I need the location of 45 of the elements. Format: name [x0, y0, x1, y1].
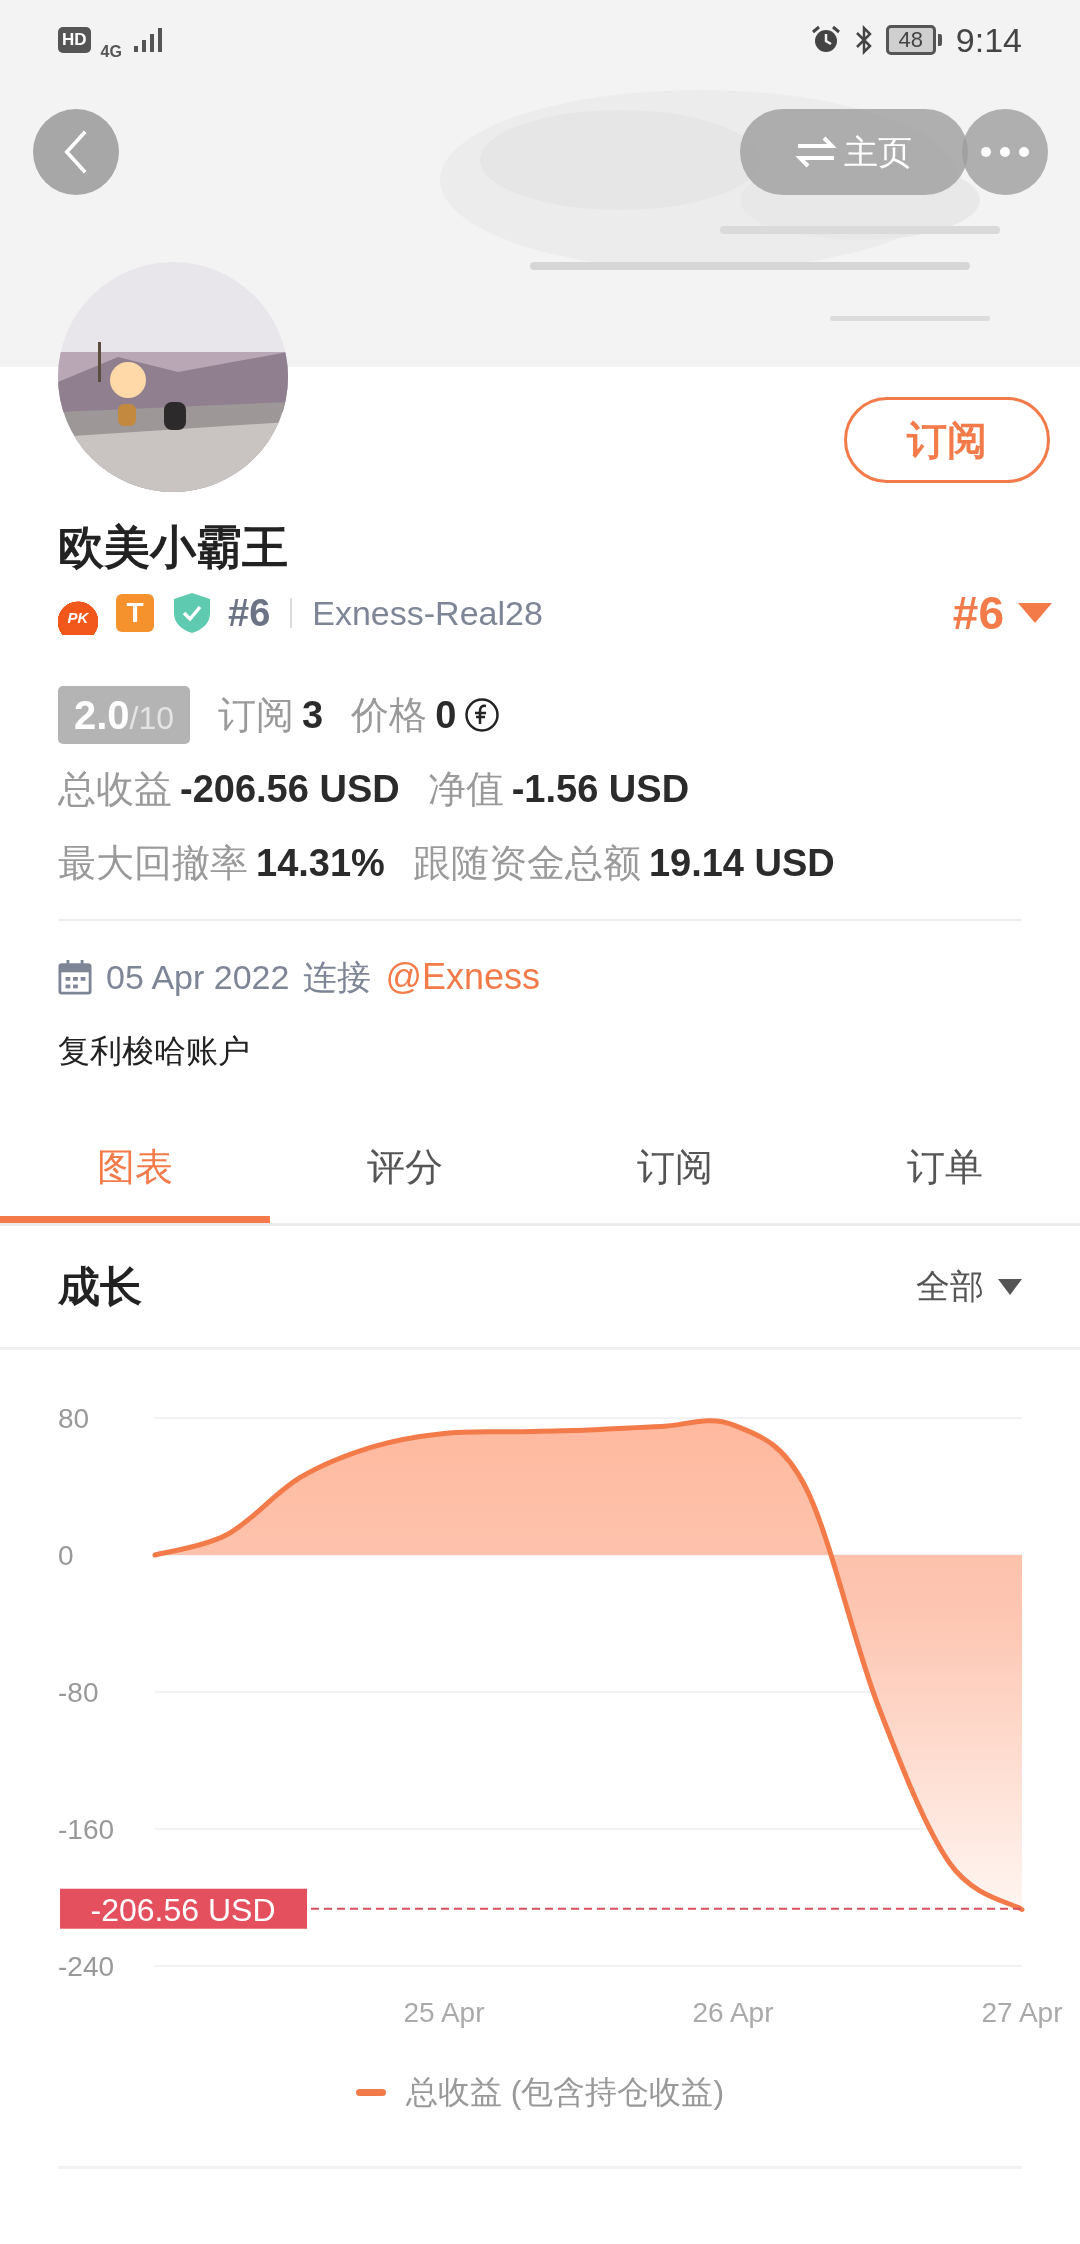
stat-label: 最大回撤率	[58, 840, 248, 886]
rating-score: 2.0	[74, 692, 130, 739]
coin-icon	[464, 697, 501, 733]
value-label: -206.56 USD	[60, 1888, 307, 1929]
tab[interactable]: 图表	[0, 1113, 270, 1223]
verified-shield-icon	[172, 591, 212, 635]
axis-tick-label: 25 Apr	[403, 1997, 485, 2028]
broker-link[interactable]: @Exness	[385, 950, 540, 1004]
caret-icon	[998, 1278, 1022, 1295]
ref-line-label: -206.56 USD	[90, 1891, 276, 1928]
stat-label: 价格	[351, 692, 428, 738]
caret-icon	[1018, 603, 1052, 623]
stat-value: 0	[435, 692, 457, 738]
axis-tick-label: -240	[58, 1951, 115, 1982]
stat-value: 14.31%	[256, 840, 385, 886]
stat-value: -1.56 USD	[511, 766, 690, 812]
axis-tick-label: 0	[58, 1540, 74, 1571]
axis-tick-label: 27 Apr	[981, 1997, 1063, 2028]
rank-label: #6	[228, 590, 271, 636]
account-description: 复利梭哈账户	[58, 1032, 251, 1071]
trader-badge: T	[116, 594, 154, 632]
profile-name: 欧美小霸王	[58, 520, 289, 575]
range-dropdown[interactable]: 全部	[916, 1261, 1022, 1312]
stat-label: 订阅	[218, 692, 295, 738]
stat-value: 19.14 USD	[648, 840, 835, 886]
axis-tick-label: -160	[58, 1814, 115, 1845]
stat-value: -206.56 USD	[180, 766, 400, 812]
connection-text: 连接	[303, 956, 372, 998]
rank-selector[interactable]: #6	[952, 578, 1052, 648]
tab[interactable]: 订阅	[540, 1113, 810, 1223]
calendar-icon	[58, 959, 92, 995]
connection-date: 05 Apr 2022	[106, 956, 290, 998]
axis-tick-label: 80	[58, 1403, 90, 1434]
stat-label: 净值	[427, 766, 504, 812]
stat-value: 3	[302, 692, 324, 738]
axis-tick-label: -80	[58, 1677, 99, 1708]
tab[interactable]: 评分	[270, 1113, 540, 1223]
subscribe-button[interactable]: 订阅	[844, 397, 1050, 483]
legend-label: 总收益 (包含持仓收益)	[405, 2073, 725, 2112]
axis-tick-label: 26 Apr	[692, 1997, 774, 2028]
tab[interactable]: 订单	[810, 1113, 1080, 1223]
account-name: Exness-Real28	[312, 592, 543, 634]
stat-label: 跟随资金总额	[412, 840, 641, 886]
stat-label: 总收益	[58, 766, 172, 812]
section-title: 成长	[58, 1262, 142, 1312]
